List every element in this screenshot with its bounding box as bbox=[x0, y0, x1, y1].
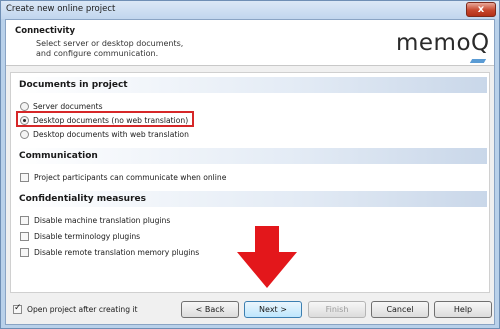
close-icon: x bbox=[477, 4, 485, 15]
radio-label: Desktop documents with web translation bbox=[33, 129, 189, 139]
checkbox-box[interactable] bbox=[20, 247, 29, 257]
checkbox-box[interactable] bbox=[20, 215, 29, 225]
memoq-logo: memoQ bbox=[396, 30, 490, 56]
cancel-button[interactable]: Cancel bbox=[371, 301, 429, 318]
logo-accent-mark bbox=[469, 59, 487, 63]
red-arrow-icon bbox=[237, 226, 297, 288]
checkbox-participants-communicate[interactable]: Project participants can communicate whe… bbox=[20, 171, 226, 183]
next-button[interactable]: Next > bbox=[244, 301, 302, 318]
description-line-1: Select server or desktop documents, bbox=[36, 39, 184, 48]
logo-text: memo bbox=[396, 30, 472, 56]
finish-button[interactable]: Finish bbox=[308, 301, 366, 318]
page-title: Connectivity bbox=[15, 26, 76, 36]
red-highlight-box bbox=[16, 111, 194, 127]
wizard-header: Connectivity Select server or desktop do… bbox=[6, 20, 494, 66]
radio-circle[interactable] bbox=[20, 101, 29, 111]
checkbox-label: Disable terminology plugins bbox=[34, 231, 141, 241]
checkbox-disable-remote-tm[interactable]: Disable remote translation memory plugin… bbox=[20, 246, 199, 258]
window-title: Create new online project bbox=[6, 4, 116, 14]
checkbox-box[interactable] bbox=[20, 231, 29, 241]
checkbox-box-checked[interactable] bbox=[13, 303, 22, 314]
section-documents-heading: Documents in project bbox=[13, 77, 487, 93]
checkbox-box[interactable] bbox=[20, 172, 29, 182]
radio-label: Server documents bbox=[33, 101, 103, 111]
radio-circle[interactable] bbox=[20, 129, 29, 139]
radio-desktop-web-translation[interactable]: Desktop documents with web translation bbox=[20, 128, 189, 140]
page-description: Select server or desktop documents, and … bbox=[36, 39, 236, 59]
checkbox-disable-terminology[interactable]: Disable terminology plugins bbox=[20, 230, 140, 242]
checkbox-label: Open project after creating it bbox=[27, 304, 138, 314]
back-button[interactable]: < Back bbox=[181, 301, 239, 318]
section-communication-heading: Communication bbox=[13, 148, 487, 164]
dialog-window: Create new online project x Connectivity… bbox=[0, 0, 500, 329]
section-confidentiality-heading: Confidentiality measures bbox=[13, 191, 487, 207]
checkbox-open-after-creating[interactable]: Open project after creating it bbox=[13, 303, 138, 315]
help-button[interactable]: Help bbox=[434, 301, 492, 318]
checkbox-label: Project participants can communicate whe… bbox=[34, 172, 227, 182]
description-line-2: and configure communication. bbox=[36, 49, 159, 58]
title-bar[interactable]: Create new online project x bbox=[1, 1, 499, 19]
checkbox-label: Disable machine translation plugins bbox=[34, 215, 171, 225]
checkbox-label: Disable remote translation memory plugin… bbox=[34, 247, 200, 257]
logo-q: Q bbox=[471, 30, 490, 56]
checkbox-disable-mt[interactable]: Disable machine translation plugins bbox=[20, 214, 170, 226]
close-button[interactable]: x bbox=[466, 2, 496, 17]
